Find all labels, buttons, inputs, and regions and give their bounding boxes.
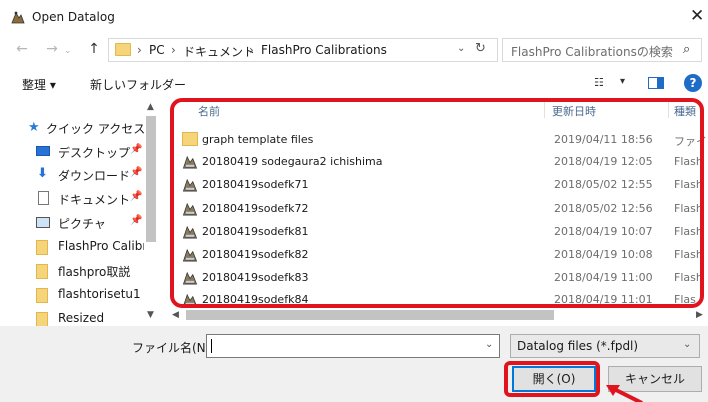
organize-button[interactable]: 整理 ▾ <box>22 76 56 93</box>
sidebar-item-label: Resized <box>58 311 105 325</box>
window-title: Open Datalog <box>32 10 115 24</box>
download-icon: ⬇ <box>37 166 48 181</box>
horizontal-scrollbar[interactable]: ◀ ▶ <box>168 306 708 324</box>
pin-icon: 📌 <box>130 167 143 178</box>
view-dropdown-icon[interactable]: ▾ <box>620 76 625 87</box>
folder-icon <box>36 288 48 303</box>
sidebar-item-flashtorisetu1[interactable]: flashtorisetu1 <box>6 283 146 305</box>
filetype-select[interactable]: Datalog files (*.fpdl) ⌄ <box>510 334 700 358</box>
new-folder-button[interactable]: 新しいフォルダー <box>90 76 186 93</box>
forward-arrow-icon[interactable]: → <box>44 41 60 57</box>
filename-label: ファイル名(N): <box>132 341 215 355</box>
navigation-bar: ← → ⌄ ↑ › PC › ドキュメント › FlashPro Calibra… <box>0 36 708 64</box>
breadcrumb-separator[interactable]: › <box>171 43 176 57</box>
pin-icon: 📌 <box>130 191 143 202</box>
sidebar-item-desktop[interactable]: デスクトップ 📌 <box>6 140 146 162</box>
sidebar-item-pictures[interactable]: ピクチャ 📌 <box>6 211 146 233</box>
sidebar-item-quick-access[interactable]: ★ クイック アクセス <box>6 116 146 138</box>
datalog-app-icon <box>11 11 25 24</box>
navigation-pane: ★ クイック アクセス デスクトップ 📌 ⬇ ダウンロード 📌 ドキュメント 📌… <box>6 100 158 326</box>
document-icon <box>38 191 49 205</box>
pin-icon: 📌 <box>130 215 143 226</box>
text-caret <box>211 339 212 353</box>
pictures-icon <box>36 217 50 228</box>
preview-pane-icon[interactable] <box>648 77 664 89</box>
breadcrumb-separator[interactable]: › <box>137 43 142 57</box>
breadcrumb-pc[interactable]: PC <box>149 43 165 57</box>
scroll-down-icon[interactable]: ▼ <box>147 310 154 320</box>
sidebar-item-downloads[interactable]: ⬇ ダウンロード 📌 <box>6 163 146 185</box>
close-icon[interactable]: ✕ <box>690 6 704 26</box>
recent-locations-chevron-icon[interactable]: ⌄ <box>64 46 72 56</box>
filetype-value: Datalog files (*.fpdl) <box>517 339 639 353</box>
sidebar-item-label: クイック アクセス <box>46 122 146 136</box>
file-list-highlight <box>170 98 704 308</box>
scrollbar-thumb[interactable] <box>186 310 554 320</box>
sidebar-item-label: flashpro取説 <box>58 265 131 279</box>
folder-icon <box>115 43 131 56</box>
sidebar-item-label: デスクトップ <box>58 146 131 160</box>
open-button-highlight <box>504 361 600 397</box>
sidebar-item-label: ドキュメント <box>58 193 131 207</box>
breadcrumb-flashpro-calibrations[interactable]: FlashPro Calibrations <box>261 43 387 57</box>
sidebar-scrollbar[interactable]: ▲ ▼ <box>144 100 158 326</box>
up-arrow-icon[interactable]: ↑ <box>86 41 102 57</box>
scroll-right-icon[interactable]: ▶ <box>696 310 703 320</box>
dialog-footer: ファイル名(N): ⌄ Datalog files (*.fpdl) ⌄ 開く(… <box>0 326 708 402</box>
folder-icon <box>36 312 48 326</box>
desktop-icon <box>36 146 50 156</box>
folder-icon <box>36 264 48 279</box>
search-input[interactable]: FlashPro Calibrationsの検索 ⌕ <box>502 38 702 62</box>
refresh-icon[interactable]: ↻ <box>475 41 486 56</box>
sidebar-item-label: FlashPro Calibrat <box>58 239 158 253</box>
search-icon[interactable]: ⌕ <box>683 42 690 57</box>
breadcrumb-documents[interactable]: ドキュメント <box>183 43 255 60</box>
scroll-left-icon[interactable]: ◀ <box>172 310 179 320</box>
pointer-arrow-icon <box>606 385 643 402</box>
view-options-icon[interactable]: ☷ <box>594 76 604 89</box>
back-arrow-icon[interactable]: ← <box>14 41 30 57</box>
filetype-dropdown-icon[interactable]: ⌄ <box>683 339 691 350</box>
title-bar: Open Datalog ✕ <box>0 0 708 34</box>
filename-input[interactable]: ⌄ <box>206 334 500 358</box>
filename-dropdown-icon[interactable]: ⌄ <box>485 339 493 350</box>
scrollbar-thumb[interactable] <box>146 116 156 242</box>
sidebar-item-label: ピクチャ <box>58 217 106 231</box>
breadcrumb-separator[interactable]: › <box>249 43 254 57</box>
sidebar-item-resized[interactable]: Resized <box>6 307 146 326</box>
sidebar-item-flashpro-calibrations[interactable]: FlashPro Calibrat <box>6 235 158 257</box>
sidebar-item-flashpro-manual[interactable]: flashpro取説 <box>6 259 146 281</box>
command-toolbar: 整理 ▾ 新しいフォルダー ☷ ▾ ? <box>0 68 708 98</box>
pin-icon: 📌 <box>130 144 143 155</box>
address-dropdown-icon[interactable]: ⌄ <box>457 43 465 54</box>
sidebar-item-label: flashtorisetu1 <box>58 287 141 301</box>
star-icon: ★ <box>28 120 40 135</box>
search-placeholder: FlashPro Calibrationsの検索 <box>511 45 673 59</box>
sidebar-item-documents[interactable]: ドキュメント 📌 <box>6 187 146 209</box>
help-icon[interactable]: ? <box>684 74 702 92</box>
address-bar[interactable]: › PC › ドキュメント › FlashPro Calibrations ⌄ … <box>108 38 498 62</box>
sidebar-item-label: ダウンロード <box>58 169 131 183</box>
folder-icon <box>36 240 48 255</box>
scroll-up-icon[interactable]: ▲ <box>147 102 154 112</box>
